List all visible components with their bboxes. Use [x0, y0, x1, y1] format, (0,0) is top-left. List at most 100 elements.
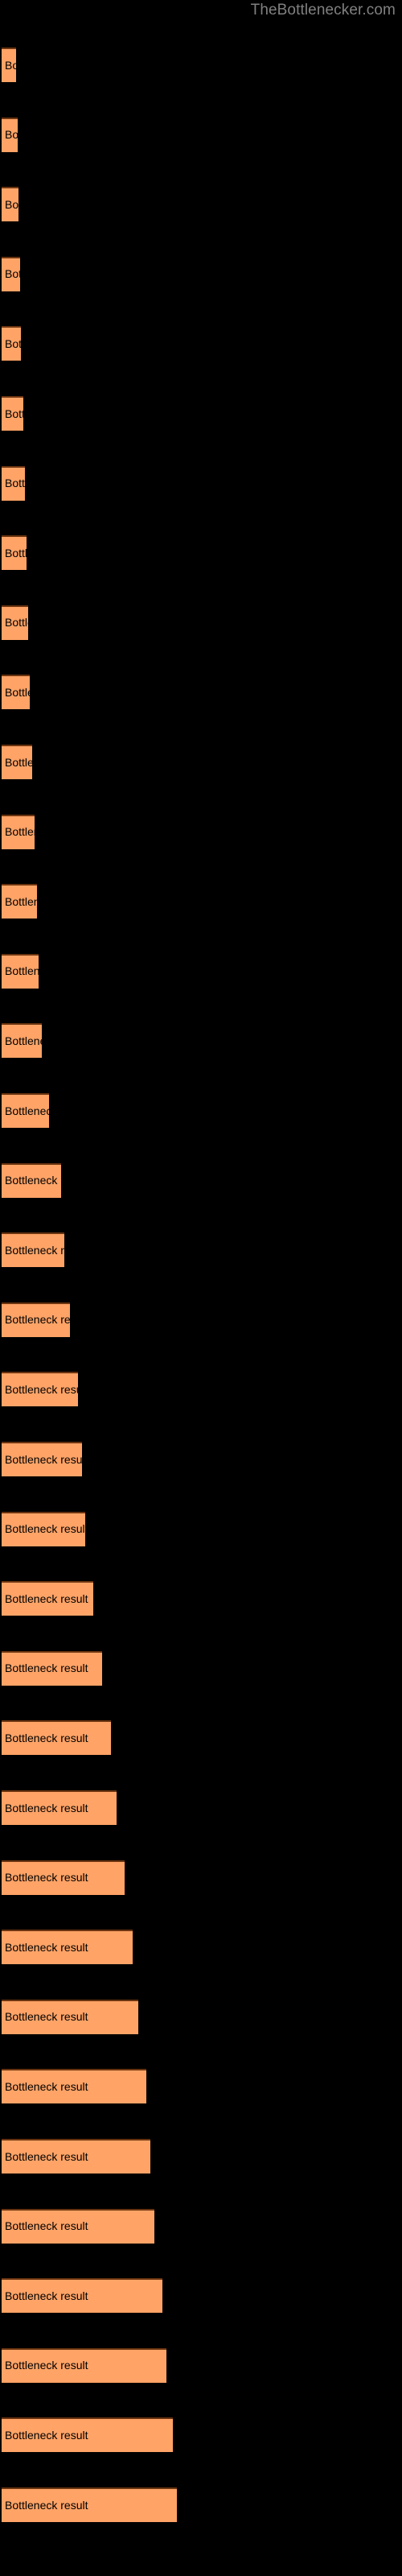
bar-row[interactable]: Bottleneck result [2, 1930, 133, 1965]
bar-row[interactable]: Bottleneck result [2, 2347, 166, 2383]
bar-label: Bottleneck result [5, 2359, 88, 2372]
bar-label: Bottleneck result [5, 964, 39, 978]
bar-label: Bottleneck result [5, 1522, 85, 1536]
bar-row[interactable]: Bottleneck result [2, 1999, 138, 2034]
bar-label-clip: Bottleneck result [2, 2348, 166, 2383]
bar-row[interactable]: Bottleneck result [2, 2069, 146, 2104]
bar-label: Bottleneck result [5, 1104, 49, 1117]
bar-label-clip: Bottleneck result [2, 326, 21, 361]
bar-label-clip: Bottleneck result [2, 1720, 111, 1755]
bar-row[interactable]: Bottleneck result [2, 1720, 111, 1756]
bar-row[interactable]: Bottleneck result [2, 1581, 93, 1616]
bar-label: Bottleneck result [5, 1871, 88, 1885]
bar-label: Bottleneck result [5, 2219, 88, 2233]
bar-label: Bottleneck result [5, 616, 28, 630]
bar-label: Bottleneck result [5, 1243, 64, 1257]
bar-label-clip: Bottleneck result [2, 2209, 154, 2244]
bar-label-clip: Bottleneck result [2, 2417, 173, 2452]
bar-label-clip: Bottleneck result [2, 466, 25, 501]
bar-row[interactable]: Bottleneck result [2, 814, 35, 849]
bar-label-clip: Bottleneck result [2, 396, 23, 431]
bar-label: Bottleneck result [5, 2498, 88, 2512]
bar-row[interactable]: Bottleneck result [2, 465, 25, 501]
bar-label: Bottleneck result [5, 1940, 88, 1954]
bar-label: Bottleneck result [5, 1452, 82, 1466]
bar-row[interactable]: Bottleneck result [2, 117, 18, 152]
bar-label: Bottleneck result [5, 197, 18, 211]
bar-label: Bottleneck result [5, 1591, 88, 1605]
bar-label-clip: Bottleneck result [2, 2278, 162, 2313]
bar-label-clip: Bottleneck result [2, 2139, 150, 2174]
bar-label: Bottleneck result [5, 2149, 88, 2163]
bar-label-clip: Bottleneck result [2, 675, 30, 709]
bar-row[interactable]: Bottleneck result [2, 1860, 125, 1895]
bars-layer: Bottleneck result Bottleneck result Bottle… [0, 0, 402, 2576]
bar-row[interactable]: Bottleneck result [2, 1023, 42, 1059]
bar-row[interactable]: Bottleneck result [2, 1650, 102, 1686]
bar-label-clip: Bottleneck result [2, 1232, 64, 1267]
bar-label-clip: Bottleneck result [2, 118, 18, 152]
bar-row[interactable]: Bottleneck result [2, 1372, 78, 1407]
bar-label-clip: Bottleneck result [2, 1093, 49, 1128]
bar-row[interactable]: Bottleneck result [2, 1442, 82, 1476]
bar-label-clip: Bottleneck result [2, 535, 27, 570]
bar-row[interactable]: Bottleneck result [2, 187, 18, 222]
bar-label: Bottleneck result [5, 2079, 88, 2093]
bar-label: Bottleneck result [5, 825, 35, 839]
bar-label-clip: Bottleneck result [2, 47, 16, 82]
bar-label-clip: Bottleneck result [2, 884, 37, 919]
bar-label-clip: Bottleneck result [2, 605, 28, 640]
bar-row[interactable]: Bottleneck result [2, 1162, 61, 1198]
bar-label: Bottleneck result [5, 685, 30, 699]
bar-label-clip: Bottleneck result [2, 2487, 177, 2522]
bar-chart: TheBottlenecker.com Bottleneck resultBot… [0, 0, 402, 2576]
bar-row[interactable]: Bottleneck result [2, 1511, 85, 1546]
bar-label-clip: Bottleneck result [2, 1023, 42, 1058]
bar-label-clip: Bottleneck result [2, 187, 18, 221]
bar-row[interactable]: Bottleneck result [2, 47, 16, 82]
bar-label: Bottleneck result [5, 128, 18, 142]
bar-row[interactable]: Bottleneck result [2, 256, 20, 291]
bar-row[interactable]: Bottleneck result [2, 1232, 64, 1268]
bar-row[interactable]: Bottleneck result [2, 2208, 154, 2244]
bar-label: Bottleneck result [5, 546, 27, 559]
bar-label: Bottleneck result [5, 2289, 88, 2302]
bar-row[interactable]: Bottleneck result [2, 535, 27, 571]
bar-label: Bottleneck result [5, 1382, 78, 1396]
bar-label-clip: Bottleneck result [2, 1372, 78, 1406]
bar-row[interactable]: Bottleneck result [2, 1790, 117, 1825]
bar-row[interactable]: Bottleneck result [2, 396, 23, 431]
bar-label: Bottleneck result [5, 1313, 70, 1327]
bar-row[interactable]: Bottleneck result [2, 1302, 70, 1337]
bar-label-clip: Bottleneck result [2, 2000, 138, 2034]
bar-label: Bottleneck result [5, 58, 16, 72]
bar-row[interactable]: Bottleneck result [2, 2417, 173, 2453]
bar-label-clip: Bottleneck result [2, 1651, 102, 1686]
bar-label: Bottleneck result [5, 755, 32, 769]
bar-label-clip: Bottleneck result [2, 954, 39, 989]
bar-row[interactable]: Bottleneck result [2, 1093, 49, 1128]
bar-row[interactable]: Bottleneck result [2, 2278, 162, 2314]
bar-row[interactable]: Bottleneck result [2, 884, 37, 919]
bar-row[interactable]: Bottleneck result [2, 953, 39, 989]
bar-label: Bottleneck result [5, 407, 23, 420]
bar-label-clip: Bottleneck result [2, 1581, 93, 1616]
bar-label: Bottleneck result [5, 2428, 88, 2442]
bar-label-clip: Bottleneck result [2, 1302, 70, 1337]
bar-label-clip: Bottleneck result [2, 815, 35, 849]
bar-row[interactable]: Bottleneck result [2, 2487, 177, 2522]
bar-row[interactable]: Bottleneck result [2, 675, 30, 710]
bar-row[interactable]: Bottleneck result [2, 2139, 150, 2174]
bar-label: Bottleneck result [5, 336, 21, 350]
bar-label: Bottleneck result [5, 1662, 88, 1675]
bar-row[interactable]: Bottleneck result [2, 745, 32, 779]
bar-label-clip: Bottleneck result [2, 1442, 82, 1476]
bar-label: Bottleneck result [5, 2010, 88, 2024]
bar-label: Bottleneck result [5, 894, 37, 908]
bar-label-clip: Bottleneck result [2, 257, 20, 291]
bar-label-clip: Bottleneck result [2, 1163, 61, 1198]
bar-label: Bottleneck result [5, 1731, 88, 1744]
bar-label: Bottleneck result [5, 1034, 42, 1047]
bar-row[interactable]: Bottleneck result [2, 326, 21, 361]
bar-row[interactable]: Bottleneck result [2, 605, 28, 640]
